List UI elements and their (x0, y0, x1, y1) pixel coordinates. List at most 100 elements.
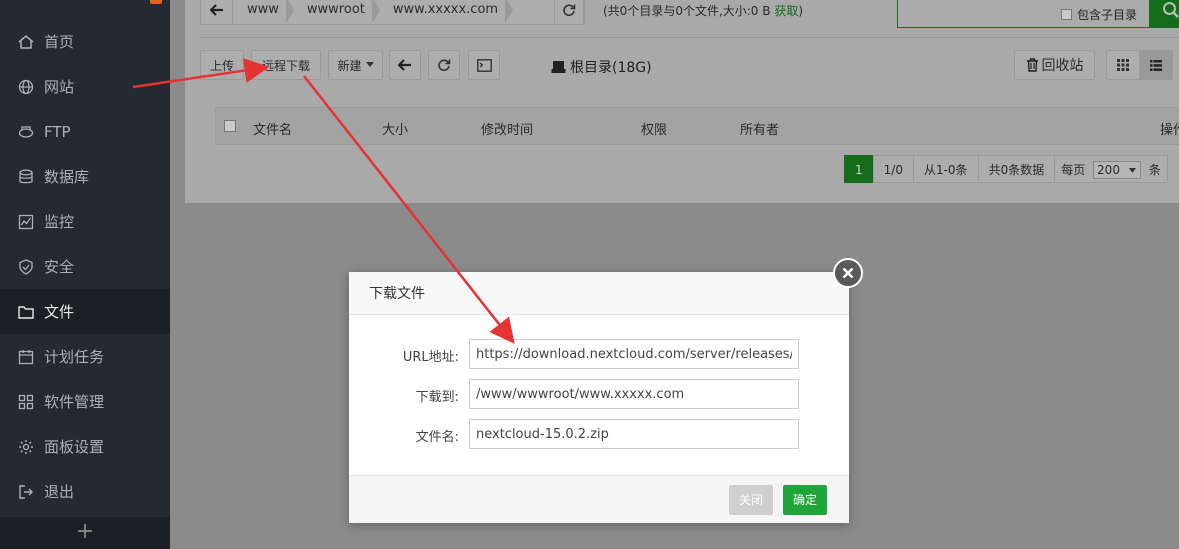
include-subdir-label: 包含子目录 (1077, 8, 1138, 22)
disk-info: 根目录(18G) (551, 57, 652, 77)
sidebar: 首页网站 FTP 数据库监控安全文件计划任务软件管理面板设置退出 + (0, 0, 170, 549)
page-current[interactable]: 1 (844, 155, 874, 183)
url-row: URL地址: (349, 339, 849, 369)
file-panel: www wwwroot www.xxxxx.com (共0个目录与0个文件,大小… (185, 0, 1179, 203)
close-dialog-button[interactable] (833, 258, 863, 288)
per-page-select[interactable]: 200 (1093, 161, 1142, 179)
dest-input[interactable] (469, 379, 799, 409)
sidebar-item-label: 监控 (44, 213, 75, 231)
ftp-icon (17, 123, 35, 141)
notification-badge (150, 0, 162, 4)
sidebar-item-6[interactable]: 文件 (0, 289, 170, 334)
back-button[interactable] (201, 0, 233, 24)
terminal-icon (476, 58, 492, 72)
recycle-label: 回收站 (1041, 58, 1084, 74)
home-icon (17, 33, 35, 51)
filename-label: 文件名: (415, 430, 459, 445)
select-all-checkbox[interactable] (224, 120, 236, 132)
sidebar-item-label: 面板设置 (44, 438, 105, 456)
col-filename[interactable]: 文件名 (253, 119, 292, 138)
dialog-title: 下载文件 (349, 272, 849, 315)
col-mtime[interactable]: 修改时间 (481, 119, 533, 138)
breadcrumb-item-site[interactable]: www.xxxxx.com (379, 0, 514, 24)
list-icon (1150, 59, 1162, 71)
database-icon (17, 168, 35, 186)
list-view-button[interactable] (1139, 50, 1173, 80)
back-toolbar-button[interactable] (389, 50, 421, 80)
sidebar-item-label: 安全 (44, 258, 75, 276)
sidebar-item-7[interactable]: 计划任务 (0, 334, 170, 379)
add-button[interactable]: + (0, 517, 170, 549)
arrow-left-icon (398, 59, 411, 71)
sidebar-item-0[interactable]: 首页 (0, 19, 170, 64)
sidebar-item-4[interactable]: 监控 (0, 199, 170, 244)
sidebar-item-label: 文件 (44, 303, 75, 321)
trash-icon (1026, 58, 1038, 72)
include-subdir-checkbox[interactable]: 包含子目录 (1061, 6, 1137, 23)
gear-icon (17, 438, 35, 456)
stats-close: ) (798, 4, 804, 18)
filename-input[interactable] (469, 419, 799, 449)
search-box: 包含子目录 (897, 0, 1179, 28)
new-dropdown-button[interactable]: 新建 (328, 50, 383, 80)
refresh-path-button[interactable] (554, 0, 584, 25)
upload-button[interactable]: 上传 (200, 50, 244, 80)
close-icon (842, 267, 854, 279)
recycle-bin-button[interactable]: 回收站 (1014, 50, 1095, 80)
sidebar-item-label: 数据库 (44, 168, 90, 186)
sidebar-item-2[interactable]: FTP (0, 109, 170, 154)
sidebar-item-label: 首页 (44, 33, 75, 51)
url-input[interactable] (469, 339, 799, 369)
grid-icon (1117, 59, 1129, 71)
cancel-button[interactable]: 关闭 (729, 485, 774, 515)
arrow-left-icon (209, 4, 223, 16)
stats-fetch-link[interactable]: 获取 (774, 4, 798, 18)
dest-row: 下载到: (349, 379, 849, 409)
per-page-value: 200 (1097, 163, 1120, 177)
sidebar-item-10[interactable]: 退出 (0, 469, 170, 514)
calendar-icon (17, 348, 35, 366)
sidebar-item-label: 计划任务 (44, 348, 105, 366)
terminal-button[interactable] (468, 50, 500, 80)
search-button[interactable] (1149, 0, 1179, 27)
confirm-button[interactable]: 确定 (783, 485, 828, 515)
grid-view-button[interactable] (1106, 50, 1140, 80)
per-page-suffix: 条 (1148, 163, 1161, 177)
pagination: 1 1/0 从1-0条 共0条数据 每页 200 条 (844, 155, 1168, 183)
sidebar-item-label: 软件管理 (44, 393, 105, 411)
caret-down-icon (1129, 168, 1137, 173)
filename-row: 文件名: (349, 419, 849, 449)
apps-icon (17, 393, 35, 411)
breadcrumb-item-wwwroot[interactable]: wwwroot (293, 0, 380, 24)
col-actions: 操作 (1160, 123, 1179, 138)
refresh-icon (438, 59, 451, 72)
sidebar-item-1[interactable]: 网站 (0, 64, 170, 109)
sidebar-item-5[interactable]: 安全 (0, 244, 170, 289)
dir-stats: (共0个目录与0个文件,大小:0 B 获取) (603, 2, 803, 19)
divider (200, 37, 1179, 38)
sidebar-item-3[interactable]: 数据库 (0, 154, 170, 199)
remote-download-button[interactable]: 远程下载 (251, 50, 321, 80)
sidebar-item-label: 退出 (44, 483, 75, 501)
sidebar-item-8[interactable]: 软件管理 (0, 379, 170, 424)
col-owner: 所有者 (740, 123, 780, 138)
dest-label: 下载到: (415, 390, 459, 405)
checkbox-box[interactable] (1061, 9, 1072, 20)
file-table-header: 文件名 大小 修改时间 权限 所有者 操作 (215, 107, 1179, 145)
page-range: 从1-0条 (912, 155, 979, 183)
dialog-footer: 关闭 确定 (349, 475, 849, 523)
breadcrumb-item-www[interactable]: www (233, 0, 294, 24)
col-size[interactable]: 大小 (382, 119, 408, 138)
shield-icon (17, 258, 35, 276)
folder-icon (17, 303, 35, 321)
caret-down-icon (365, 62, 374, 67)
per-page-prefix: 每页 (1061, 163, 1086, 177)
search-icon (1163, 2, 1179, 18)
new-label: 新建 (337, 58, 362, 73)
sidebar-item-9[interactable]: 面板设置 (0, 424, 170, 469)
refresh-button[interactable] (428, 50, 460, 80)
monitor-icon (17, 213, 35, 231)
sidebar-item-label: FTP (44, 122, 71, 141)
per-page-control: 每页 200 条 (1054, 155, 1168, 183)
breadcrumb: www wwwroot www.xxxxx.com (200, 0, 585, 25)
